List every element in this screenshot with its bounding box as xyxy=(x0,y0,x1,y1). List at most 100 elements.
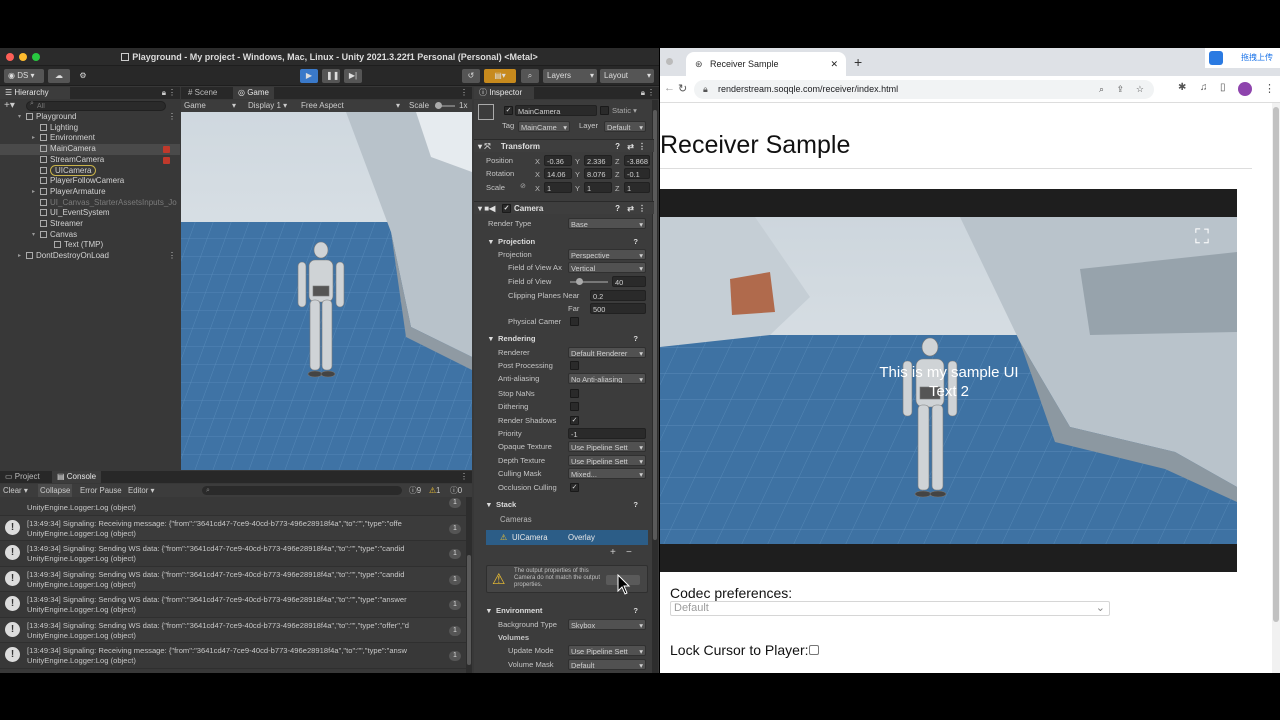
console-log-entry[interactable]: ! [13:49:34] Signaling: Sending WS data: … xyxy=(0,592,466,618)
renderer-dropdown[interactable]: Default Renderer ▾ xyxy=(568,347,646,358)
environment-section-header[interactable]: ▾ Environment? xyxy=(478,604,652,617)
pause-button[interactable]: ❚❚ xyxy=(322,69,340,83)
site-info-icon[interactable]: 🔒︎ xyxy=(703,80,708,99)
reload-icon[interactable]: ↻ xyxy=(678,82,687,95)
address-bar[interactable]: 🔒︎ renderstream.soqqle.com/receiver/inde… xyxy=(694,80,1154,99)
hierarchy-item[interactable]: Streamer xyxy=(0,219,180,230)
aspect-dropdown[interactable]: Free Aspect ▾ xyxy=(301,100,400,112)
step-button[interactable]: ▶| xyxy=(344,69,362,83)
share-icon[interactable]: ⇪ xyxy=(1116,80,1124,99)
zoom-window-button[interactable] xyxy=(32,53,40,61)
kebab-menu-icon[interactable]: ⋮ xyxy=(638,140,646,153)
collab-button[interactable]: ⚙ xyxy=(74,69,92,83)
hierarchy-item[interactable]: Text (TMP) xyxy=(0,240,180,251)
chevron-right-icon[interactable]: ▸ xyxy=(32,187,35,198)
game-viewport[interactable] xyxy=(181,112,472,470)
scale-y-field[interactable]: Y1 xyxy=(575,182,612,193)
projection-section-header[interactable]: ▾ Projection? xyxy=(478,235,652,248)
services-button[interactable]: ▤▾ xyxy=(484,69,516,83)
opaque-texture-dropdown[interactable]: Use Pipeline Sett ▾ xyxy=(568,441,646,452)
post-processing-checkbox[interactable] xyxy=(570,361,579,370)
close-tab-icon[interactable]: ✕ xyxy=(830,52,838,76)
rotation-x-field[interactable]: X 14.06 xyxy=(535,168,572,179)
hierarchy-item[interactable]: StreamCamera xyxy=(0,155,180,166)
hierarchy-item[interactable]: Lighting xyxy=(0,123,180,134)
console-search-input[interactable]: ⌕ xyxy=(202,486,402,495)
help-icon[interactable]: ? xyxy=(615,140,620,153)
profile-avatar[interactable] xyxy=(1238,82,1252,96)
background-type-dropdown[interactable]: Skybox ▾ xyxy=(568,619,646,630)
console-log-entry[interactable]: ! [13:49:34] Signaling: Sending WS data: … xyxy=(0,566,466,592)
hierarchy-item[interactable]: PlayerFollowCamera xyxy=(0,176,180,187)
window-control-icon[interactable] xyxy=(666,58,673,65)
preset-icon[interactable]: ⇄ xyxy=(627,202,634,215)
hierarchy-item[interactable]: ▸ PlayerArmature xyxy=(0,187,180,198)
depth-texture-dropdown[interactable]: Use Pipeline Sett ▾ xyxy=(568,455,646,466)
editor-dropdown[interactable]: Editor ▾ xyxy=(128,484,154,497)
hierarchy-item[interactable]: UI_Canvas_StarterAssetsInputs_Jo xyxy=(0,198,180,209)
kebab-menu-icon[interactable]: ⋮ xyxy=(168,87,176,99)
undo-history-button[interactable]: ↺ xyxy=(462,69,480,83)
hierarchy-item[interactable]: ▸ DontDestroyOnLoad ⋮ xyxy=(0,251,180,262)
extensions-icon[interactable]: ✱ xyxy=(1178,82,1186,93)
stack-item-uicamera[interactable]: ⚠ UICamera Overlay xyxy=(486,530,648,545)
layers-dropdown[interactable]: Layers ▾ xyxy=(543,69,597,83)
console-log-entry[interactable]: ! [13:49:34] Signaling: Receiving message… xyxy=(0,643,466,669)
hierarchy-item[interactable]: ▾ Canvas xyxy=(0,230,180,241)
help-icon[interactable]: ? xyxy=(633,604,638,617)
back-icon[interactable]: ← xyxy=(664,82,675,94)
display-dropdown[interactable]: Display 1 ▾ xyxy=(248,100,287,112)
rendering-section-header[interactable]: ▾ Rendering? xyxy=(478,332,652,345)
help-icon[interactable]: ? xyxy=(633,498,638,511)
fov-slider[interactable] xyxy=(570,278,608,285)
fullscreen-button[interactable]: ⛶ xyxy=(1190,225,1214,249)
chevron-down-icon[interactable]: ▾ xyxy=(18,112,21,123)
fov-axis-dropdown[interactable]: Vertical ▾ xyxy=(568,262,646,273)
new-tab-button[interactable]: + xyxy=(854,54,862,70)
occlusion-culling-checkbox[interactable]: ✓ xyxy=(570,483,579,492)
layer-dropdown[interactable]: Default ▾ xyxy=(604,121,646,132)
browser-menu-icon[interactable]: ⋮ xyxy=(1264,82,1275,95)
hierarchy-item[interactable]: MainCamera xyxy=(0,144,180,155)
scale-slider[interactable] xyxy=(435,102,455,109)
static-checkbox[interactable] xyxy=(600,106,609,115)
render-type-dropdown[interactable]: Base ▾ xyxy=(568,218,646,229)
kebab-menu-icon[interactable]: ⋮ xyxy=(168,251,176,262)
scale-z-field[interactable]: Z1 xyxy=(615,182,650,193)
play-button[interactable]: ▶ xyxy=(300,69,318,83)
clip-far-field[interactable]: 500 xyxy=(590,303,646,314)
stack-add-button[interactable]: + xyxy=(610,547,616,558)
gameobject-active-checkbox[interactable]: ✓ xyxy=(504,106,513,115)
bookmark-star-icon[interactable]: ☆ xyxy=(1136,80,1144,99)
fov-field[interactable]: 40 xyxy=(612,276,646,287)
render-shadows-checkbox[interactable]: ✓ xyxy=(570,416,579,425)
kebab-menu-icon[interactable]: ⋮ xyxy=(638,202,646,215)
camera-enabled-checkbox[interactable]: ✓ xyxy=(502,204,511,213)
stack-remove-button[interactable]: − xyxy=(626,547,632,558)
kebab-menu-icon[interactable]: ⋮ xyxy=(460,87,468,99)
rotation-y-field[interactable]: Y 8.076 xyxy=(575,168,612,179)
scale-x-field[interactable]: X1 xyxy=(535,182,572,193)
extension-upload-button[interactable]: 拖拽上传 xyxy=(1205,48,1280,68)
chevron-right-icon[interactable]: ▸ xyxy=(32,133,35,144)
tab-hierarchy[interactable]: ☰ Hierarchy xyxy=(0,87,70,99)
minimize-window-button[interactable] xyxy=(19,53,27,61)
chevron-right-icon[interactable]: ▸ xyxy=(18,251,21,262)
preset-icon[interactable]: ⇄ xyxy=(627,140,634,153)
priority-field[interactable]: -1 xyxy=(568,428,646,439)
help-icon[interactable]: ? xyxy=(615,202,620,215)
tab-inspector[interactable]: ⓘ Inspector xyxy=(474,87,534,99)
layout-dropdown[interactable]: Layout ▾ xyxy=(600,69,654,83)
gameobject-name-field[interactable]: MainCamera xyxy=(515,105,597,116)
help-icon[interactable]: ? xyxy=(633,332,638,345)
add-icon[interactable]: +▾ xyxy=(4,100,15,111)
tab-scene[interactable]: #︎ Scene xyxy=(183,87,222,99)
hierarchy-item[interactable]: UICamera xyxy=(0,164,180,177)
kebab-menu-icon[interactable]: ⋮ xyxy=(647,87,655,99)
camera-section-header[interactable]: ▾ ■◀ ✓ Camera ? ⇄ ⋮ xyxy=(474,201,654,214)
search-button[interactable]: ⌕ xyxy=(521,69,539,83)
console-scrollbar[interactable] xyxy=(466,497,472,673)
volume-mask-dropdown[interactable]: Default ▾ xyxy=(568,659,646,670)
account-dropdown[interactable]: ◉ DS ▾ xyxy=(4,69,44,83)
hierarchy-item[interactable]: ▸ Environment xyxy=(0,133,180,144)
